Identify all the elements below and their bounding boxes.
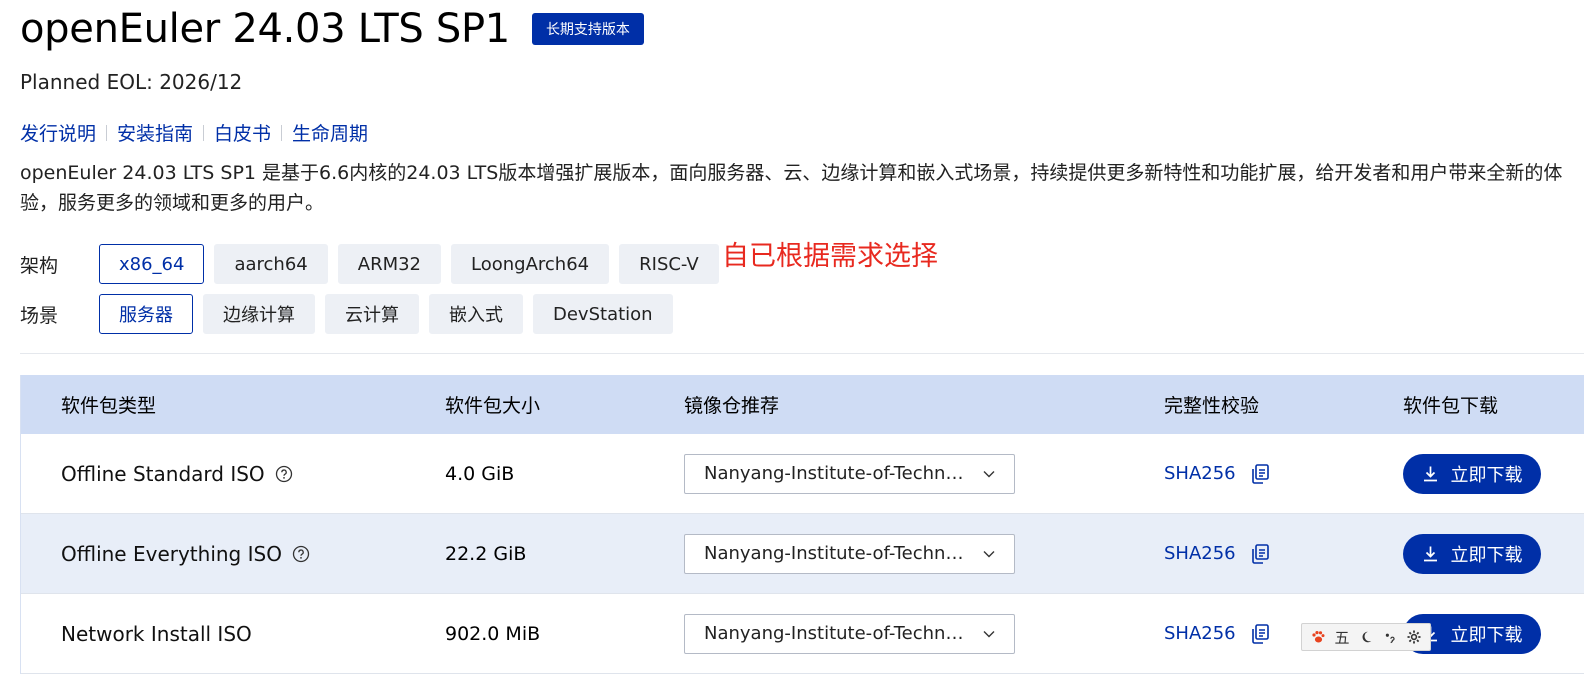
header-checksum: 完整性校验 (1164, 395, 1260, 417)
arch-option-x86_64[interactable]: x86_64 (99, 244, 205, 284)
link-whitepaper[interactable]: 白皮书 (214, 119, 271, 146)
input-mode-label[interactable]: 五 (1332, 627, 1352, 647)
package-name: Offline Everything ISO (61, 542, 310, 566)
checksum-cell: SHA256 (1164, 622, 1272, 646)
arch-option-riscv[interactable]: RISC-V (619, 244, 719, 284)
scene-option-devstation[interactable]: DevStation (533, 294, 673, 334)
checksum-link[interactable]: SHA256 (1164, 463, 1236, 484)
moon-icon[interactable] (1356, 627, 1376, 647)
download-button[interactable]: 立即下载 (1403, 533, 1541, 574)
paw-icon[interactable] (1308, 627, 1328, 647)
mirror-select-value: Nanyang-Institute-of-Technology (704, 463, 972, 484)
table-row: Offline Everything ISO 22.2 GiB Nanyang-… (21, 514, 1584, 594)
copy-icon[interactable] (1248, 622, 1272, 646)
package-name-text: Network Install ISO (61, 621, 252, 646)
package-name: Network Install ISO (61, 622, 252, 646)
download-button-label: 立即下载 (1450, 464, 1523, 486)
title-row: openEuler 24.03 LTS SP1 长期支持版本 (20, 6, 644, 52)
chevron-down-icon (983, 630, 995, 637)
arch-filter: 架构 x86_64 aarch64 ARM32 LoongArch64 RISC… (20, 244, 729, 284)
description-line-2: 验，服务更多的领域和更多的用户。 (20, 192, 325, 214)
gear-icon[interactable] (1404, 627, 1424, 647)
mirror-select[interactable]: Nanyang-Institute-of-Technology (684, 533, 1015, 574)
package-size: 4.0 GiB (445, 462, 515, 485)
link-release-notes[interactable]: 发行说明 (20, 119, 96, 146)
red-annotation: 自已根据需求选择 (722, 241, 938, 272)
download-button-label: 立即下载 (1450, 624, 1523, 646)
checksum-link[interactable]: SHA256 (1164, 543, 1236, 564)
mirror-select-value: Nanyang-Institute-of-Technology (704, 623, 972, 644)
header-mirror: 镜像仓推荐 (684, 395, 780, 417)
header-download: 软件包下载 (1403, 395, 1499, 417)
link-lifecycle[interactable]: 生命周期 (292, 119, 368, 146)
download-button[interactable]: 立即下载 (1403, 453, 1541, 494)
scene-label: 场景 (20, 304, 59, 327)
doc-links: 发行说明 安装指南 白皮书 生命周期 (20, 119, 368, 146)
table-row: Offline Standard ISO 4.0 GiB Nanyang-Ins… (21, 434, 1584, 514)
header-package-size: 软件包大小 (445, 395, 541, 417)
chevron-down-icon (983, 470, 995, 477)
arch-option-arm32[interactable]: ARM32 (337, 244, 442, 284)
link-divider (106, 124, 108, 141)
download-button-label: 立即下载 (1450, 544, 1523, 566)
mirror-select[interactable]: Nanyang-Institute-of-Technology (684, 613, 1015, 654)
arch-option-loongarch64[interactable]: LoongArch64 (451, 244, 610, 284)
link-divider (203, 124, 205, 141)
help-circle-icon[interactable] (275, 465, 293, 483)
package-size: 902.0 MiB (445, 622, 541, 645)
package-name-text: Offline Everything ISO (61, 541, 282, 566)
mirror-select[interactable]: Nanyang-Institute-of-Technology (684, 453, 1015, 494)
copy-icon[interactable] (1248, 542, 1272, 566)
mirror-select-value: Nanyang-Institute-of-Technology (704, 543, 972, 564)
scene-option-server[interactable]: 服务器 (99, 294, 193, 334)
link-install-guide[interactable]: 安装指南 (117, 119, 193, 146)
scene-filter: 场景 服务器 边缘计算 云计算 嵌入式 DevStation (20, 294, 683, 334)
arch-label: 架构 (20, 254, 59, 277)
section-divider (20, 353, 1584, 354)
release-description: openEuler 24.03 LTS SP1 是基于6.6内核的24.03 L… (20, 158, 1584, 218)
punctuation-icon[interactable] (1380, 627, 1400, 647)
help-circle-icon[interactable] (292, 545, 310, 563)
download-icon (1423, 466, 1437, 482)
arch-option-aarch64[interactable]: aarch64 (214, 244, 328, 284)
download-icon (1423, 546, 1437, 562)
link-divider (281, 124, 283, 141)
scene-option-cloud[interactable]: 云计算 (325, 294, 419, 334)
page-title: openEuler 24.03 LTS SP1 (20, 6, 510, 52)
chevron-down-icon (983, 550, 995, 557)
description-line-1: openEuler 24.03 LTS SP1 是基于6.6内核的24.03 L… (20, 162, 1563, 184)
package-name: Offline Standard ISO (61, 462, 293, 486)
copy-icon[interactable] (1248, 462, 1272, 486)
checksum-cell: SHA256 (1164, 542, 1272, 566)
package-name-text: Offline Standard ISO (61, 461, 265, 486)
checksum-cell: SHA256 (1164, 462, 1272, 486)
ime-toolbar: 五 (1301, 623, 1431, 651)
scene-option-embedded[interactable]: 嵌入式 (429, 294, 523, 334)
lts-badge: 长期支持版本 (531, 13, 644, 45)
eol-text: Planned EOL: 2026/12 (20, 70, 243, 94)
package-size: 22.2 GiB (445, 542, 527, 565)
checksum-link[interactable]: SHA256 (1164, 623, 1236, 644)
scene-option-edge[interactable]: 边缘计算 (203, 294, 315, 334)
table-header: 软件包类型 软件包大小 镜像仓推荐 完整性校验 软件包下载 (21, 375, 1584, 434)
header-package-type: 软件包类型 (61, 395, 157, 417)
